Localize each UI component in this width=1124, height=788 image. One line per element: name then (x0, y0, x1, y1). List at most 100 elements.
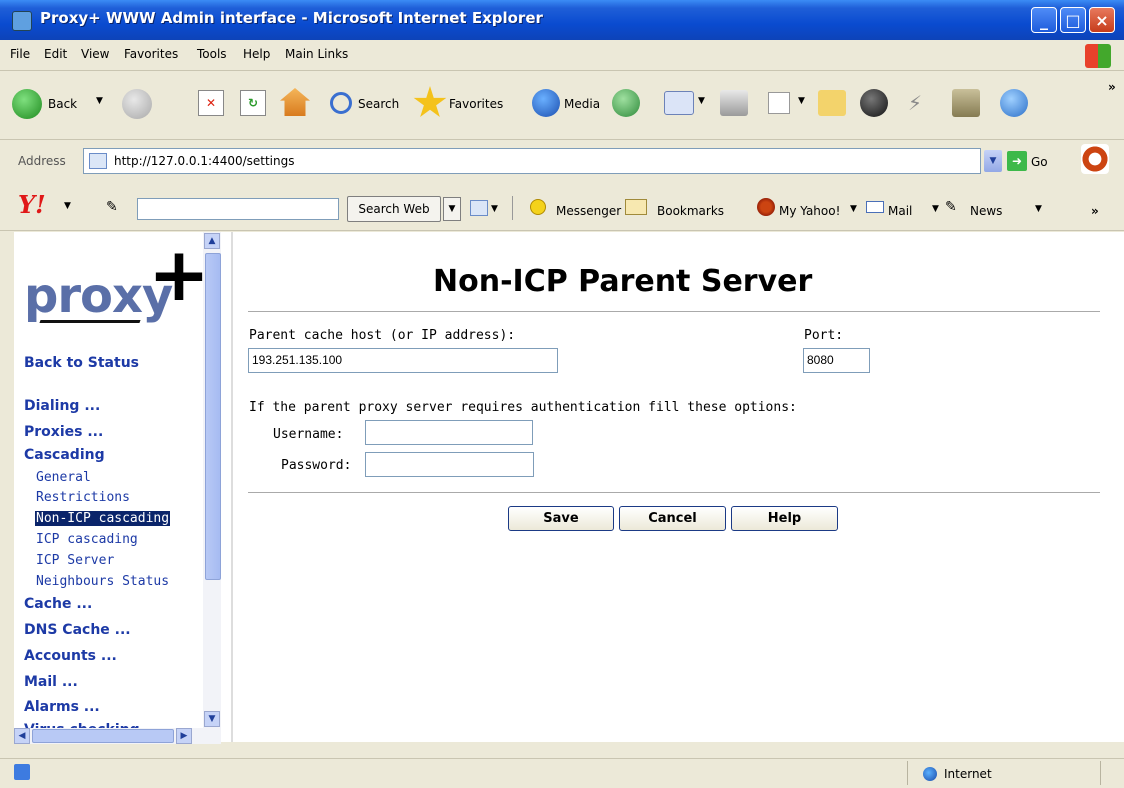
news-icon[interactable]: ✎ (945, 199, 957, 215)
menu-view[interactable]: View (81, 47, 109, 61)
parent-host-input[interactable]: 193.251.135.100 (248, 348, 558, 373)
scroll-right-icon[interactable]: ▶ (176, 728, 192, 744)
form-divider (248, 492, 1100, 493)
password-input[interactable] (365, 452, 534, 477)
nav-icp-cascading[interactable]: ICP cascading (36, 532, 138, 547)
forward-icon[interactable] (122, 89, 152, 119)
tool-icon[interactable] (952, 89, 980, 117)
messenger-smiley-icon[interactable] (530, 199, 546, 215)
pencil-icon[interactable]: ✎ (106, 199, 118, 215)
nav-mail[interactable]: Mail ... (24, 674, 78, 690)
favorites-label[interactable]: Favorites (449, 97, 503, 111)
messenger-icon[interactable] (860, 89, 888, 117)
nav-back-to-status[interactable]: Back to Status (24, 355, 139, 371)
media-label[interactable]: Media (564, 97, 600, 111)
menu-edit[interactable]: Edit (44, 47, 67, 61)
menu-main-links[interactable]: Main Links (285, 47, 348, 61)
nav-icp-server[interactable]: ICP Server (36, 553, 114, 568)
nav-dialing[interactable]: Dialing ... (24, 398, 100, 414)
go-arrow-icon[interactable]: ➜ (1007, 151, 1027, 171)
highlight-icon[interactable] (470, 200, 488, 216)
my-yahoo-icon[interactable] (757, 198, 775, 216)
menu-help[interactable]: Help (243, 47, 270, 61)
back-icon[interactable] (12, 89, 42, 119)
page-title: Non-ICP Parent Server (433, 264, 813, 299)
media-icon[interactable] (532, 89, 560, 117)
nav-alarms[interactable]: Alarms ... (24, 699, 100, 715)
yahoo-search-input[interactable] (137, 198, 339, 220)
port-label: Port: (804, 328, 844, 343)
nav-non-icp-cascading[interactable]: Non-ICP cascading (35, 511, 171, 526)
edit-icon[interactable] (768, 92, 790, 114)
mail-dropdown-icon[interactable]: ▼ (932, 204, 939, 214)
search-label[interactable]: Search (358, 97, 399, 111)
internet-zone-icon (923, 767, 937, 781)
windows-logo-icon (1085, 44, 1111, 68)
edit-dropdown-icon[interactable]: ▼ (798, 96, 805, 106)
nav-dns-cache[interactable]: DNS Cache ... (24, 622, 131, 638)
menu-favorites[interactable]: Favorites (124, 47, 178, 61)
nav-cascading[interactable]: Cascading (24, 447, 105, 463)
nav-neighbours-status[interactable]: Neighbours Status (36, 574, 169, 589)
back-label[interactable]: Back (48, 97, 77, 111)
username-label: Username: (273, 427, 344, 442)
mail-dropdown-icon[interactable]: ▼ (698, 96, 705, 106)
port-input[interactable]: 8080 (803, 348, 870, 373)
my-yahoo-link[interactable]: My Yahoo! (779, 204, 840, 218)
bookmarks-icon[interactable] (625, 199, 647, 215)
mail-icon[interactable] (664, 91, 694, 115)
minimize-button[interactable]: _ (1031, 7, 1057, 33)
history-icon[interactable] (612, 89, 640, 117)
print-icon[interactable] (720, 90, 748, 116)
search-web-dropdown-icon[interactable]: ▼ (443, 197, 461, 221)
scroll-left-icon[interactable]: ◀ (14, 728, 30, 744)
nav-general[interactable]: General (36, 470, 91, 485)
discuss-icon[interactable] (818, 90, 846, 116)
scroll-up-icon[interactable]: ▲ (204, 233, 220, 249)
search-web-button[interactable]: Search Web (347, 196, 441, 222)
address-url[interactable]: http://127.0.0.1:4400/settings (114, 154, 295, 168)
username-input[interactable] (365, 420, 533, 445)
vertical-scroll-thumb[interactable] (205, 253, 221, 580)
mail-envelope-icon[interactable] (866, 201, 884, 213)
stop-icon[interactable]: ✕ (198, 90, 224, 116)
news-link[interactable]: News (970, 204, 1002, 218)
menu-file[interactable]: File (10, 47, 30, 61)
status-separator (907, 761, 908, 785)
research-icon[interactable]: ⚡ (908, 91, 938, 115)
refresh-icon[interactable]: ↻ (240, 90, 266, 116)
my-yahoo-dropdown-icon[interactable]: ▼ (850, 204, 857, 214)
toolbar-overflow-icon[interactable]: » (1108, 80, 1116, 94)
yahoo-overflow-icon[interactable]: » (1091, 204, 1099, 218)
horizontal-scroll-thumb[interactable] (32, 729, 174, 743)
maximize-button[interactable]: □ (1060, 7, 1086, 33)
cancel-button[interactable]: Cancel (619, 506, 726, 531)
go-button[interactable]: Go (1031, 155, 1048, 169)
ie-icon (12, 11, 32, 31)
close-button[interactable]: × (1089, 7, 1115, 33)
mail-link[interactable]: Mail (888, 204, 912, 218)
address-dropdown-icon[interactable]: ▼ (984, 150, 1002, 172)
auth-note: If the parent proxy server requires auth… (249, 400, 797, 415)
news-dropdown-icon[interactable]: ▼ (1035, 204, 1042, 214)
password-label: Password: (281, 458, 352, 473)
back-dropdown-icon[interactable]: ▼ (96, 96, 103, 106)
search-icon[interactable] (330, 92, 352, 114)
window-title: Proxy+ WWW Admin interface - Microsoft I… (40, 9, 543, 27)
save-button[interactable]: Save (508, 506, 614, 531)
highlight-dropdown-icon[interactable]: ▼ (491, 204, 498, 214)
address-label: Address (18, 154, 66, 168)
messenger-link[interactable]: Messenger (556, 204, 621, 218)
menu-tools[interactable]: Tools (197, 47, 227, 61)
network-icon[interactable] (1000, 89, 1028, 117)
yahoo-dropdown-icon[interactable]: ▼ (64, 201, 71, 211)
pdf-icon[interactable] (1081, 144, 1109, 174)
help-button[interactable]: Help (731, 506, 838, 531)
bookmarks-link[interactable]: Bookmarks (657, 204, 724, 218)
nav-proxies[interactable]: Proxies ... (24, 424, 103, 440)
nav-cache[interactable]: Cache ... (24, 596, 92, 612)
yahoo-logo[interactable]: Y! (18, 190, 46, 219)
scroll-down-icon[interactable]: ▼ (204, 711, 220, 727)
nav-restrictions[interactable]: Restrictions (36, 490, 130, 505)
nav-accounts[interactable]: Accounts ... (24, 648, 117, 664)
